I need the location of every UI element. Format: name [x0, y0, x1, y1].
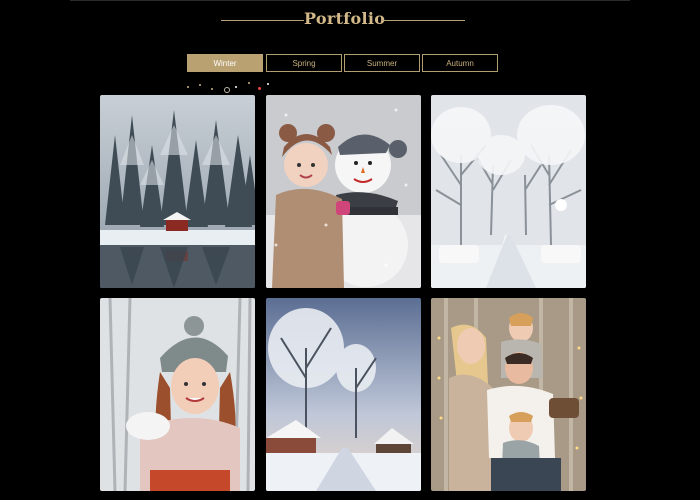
tab-summer[interactable]: Summer — [344, 54, 420, 72]
title-rule-right — [382, 20, 465, 21]
gallery-image-forest-lake[interactable] — [100, 95, 255, 288]
gallery-image-girl-snowman[interactable] — [266, 95, 421, 288]
gallery-image-family[interactable] — [431, 298, 586, 491]
tab-autumn[interactable]: Autumn — [422, 54, 498, 72]
page-title: Portfolio — [304, 9, 386, 28]
gallery-image-woman-knit-hat[interactable] — [100, 298, 255, 491]
title-rule-left — [221, 20, 304, 21]
sparkle-decoration — [185, 78, 275, 94]
portfolio-gallery — [100, 95, 588, 491]
tab-winter[interactable]: Winter — [187, 54, 263, 72]
portfolio-header: Portfolio — [0, 9, 700, 31]
tab-spring[interactable]: Spring — [266, 54, 342, 72]
gallery-image-frosty-village[interactable] — [266, 298, 421, 491]
gallery-image-snowy-road[interactable] — [431, 95, 586, 288]
top-divider — [70, 0, 630, 1]
